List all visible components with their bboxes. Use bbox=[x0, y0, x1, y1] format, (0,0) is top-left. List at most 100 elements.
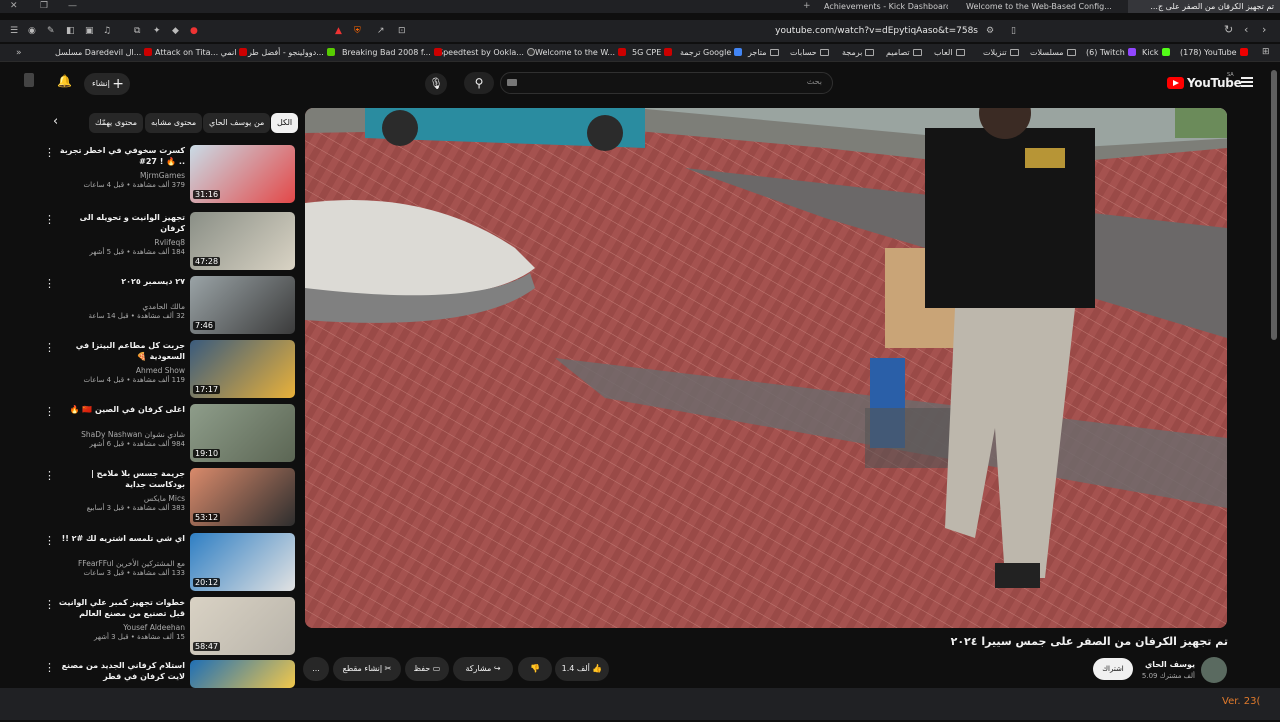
music-icon[interactable]: ♫ bbox=[103, 26, 111, 36]
recommendation-item[interactable]: ⋮ خطوات تجهيز كمبر علي الوانيت قبل تصنيع … bbox=[0, 597, 300, 659]
recommendation-item[interactable]: ⋮ كسرت سخوفي في اخطر تجربة .. 🔥 ! 27# Mjrm… bbox=[0, 145, 300, 207]
bookmark-folder[interactable]: حسابات bbox=[790, 47, 829, 59]
menu-icon[interactable]: ☰ bbox=[10, 26, 18, 36]
recommendation-title[interactable]: خطوات تجهيز كمبر علي الوانيت قبل تصنيع م… bbox=[55, 597, 185, 619]
bookmark-folder[interactable]: مسلسلات bbox=[1030, 47, 1076, 59]
recommendation-item[interactable]: ⋮ اغلى كرفان في الصين 🇨🇳 🔥 ShaDy Nashwan ش… bbox=[0, 404, 300, 466]
like-button[interactable]: 1.4 ألف 👍 bbox=[555, 657, 609, 681]
chip-all[interactable]: الكل bbox=[271, 113, 299, 133]
recommendation-item[interactable]: ⋮ تجهيز الوانيت و تحويله الى كرفان Rvlifeq… bbox=[0, 212, 300, 274]
recommendation-item[interactable]: ⋮ جريمة جسس بلا ملامح | بودكاست جداية مايك… bbox=[0, 468, 300, 530]
apps-icon[interactable]: ⊞ bbox=[1262, 47, 1270, 57]
bookmark-attack-on-titan[interactable]: Attack on Tita... انمي bbox=[155, 47, 248, 59]
site-settings-icon[interactable]: ⚙ bbox=[986, 26, 994, 36]
tab-kick-dashboard[interactable]: Achievements - Kick Dashboard bbox=[818, 0, 948, 13]
more-vert-icon[interactable]: ⋮ bbox=[44, 662, 55, 673]
bookmark-breaking-bad[interactable]: Breaking Bad 2008 f... bbox=[342, 47, 442, 59]
back-icon[interactable]: ‹ bbox=[1244, 24, 1248, 35]
create-button[interactable]: إنشاء + bbox=[84, 73, 130, 95]
more-vert-icon[interactable]: ⋮ bbox=[44, 342, 55, 353]
brave-shield-icon[interactable]: ⛨ bbox=[354, 26, 361, 36]
search-input[interactable]: بحث bbox=[500, 72, 833, 94]
url-field[interactable]: youtube.com/watch?v=dEpytiqAaso&t=758s bbox=[420, 23, 1020, 39]
recommendation-item[interactable]: ⋮ ٢٧ ديسمبر ٢٠٢٥ مالك الحامدي 32 ألف مشاهدة… bbox=[0, 276, 300, 338]
more-actions-button[interactable]: ... bbox=[303, 657, 329, 681]
recommendation-channel[interactable]: Rvlifeq8 bbox=[55, 238, 185, 247]
more-vert-icon[interactable]: ⋮ bbox=[44, 535, 55, 546]
recommendation-channel[interactable]: Ahmed Show bbox=[55, 366, 185, 375]
minimize-icon[interactable]: — bbox=[68, 0, 77, 13]
recommendation-thumbnail[interactable] bbox=[190, 660, 295, 688]
guide-menu-icon[interactable] bbox=[1241, 77, 1253, 87]
more-vert-icon[interactable]: ⋮ bbox=[44, 470, 55, 481]
bookmark-google-translate[interactable]: ترجمة Google bbox=[680, 47, 743, 59]
tab-youtube-video[interactable]: تم تجهيز الكرفان من الصفر على ج... bbox=[1128, 0, 1280, 13]
search-button[interactable]: ⚲ bbox=[464, 72, 494, 94]
recommendation-title[interactable]: استلام كرفاني الجديد من مصنع لايت كرفان … bbox=[55, 660, 185, 682]
channel-avatar[interactable] bbox=[1201, 657, 1227, 683]
share-button[interactable]: مشاركة ↪ bbox=[453, 657, 513, 681]
recommendation-title[interactable]: اغلى كرفان في الصين 🇨🇳 🔥 bbox=[55, 404, 185, 415]
extension-icon[interactable]: ◉ bbox=[28, 26, 36, 36]
save-button[interactable]: حفظ ▭ bbox=[405, 657, 449, 681]
chevron-left-icon[interactable]: ‹ bbox=[53, 115, 58, 128]
dislike-button[interactable]: 👎 bbox=[518, 657, 552, 681]
more-vert-icon[interactable]: ⋮ bbox=[44, 147, 55, 158]
tab-web-config[interactable]: Welcome to the Web-Based Config... bbox=[960, 0, 1120, 13]
bookmark-youtube[interactable]: (178) YouTube bbox=[1180, 47, 1248, 59]
subscribe-button[interactable]: اشتراك bbox=[1093, 658, 1133, 680]
more-vert-icon[interactable]: ⋮ bbox=[44, 214, 55, 225]
notifications-bell-icon[interactable]: 🔔 bbox=[57, 74, 72, 88]
recommendation-channel[interactable]: مايكس Mics bbox=[55, 494, 185, 503]
bookmark-speedtest[interactable]: Speedtest by Ookla... bbox=[438, 47, 535, 59]
clip-button[interactable]: إنشاء مقطع ✂ bbox=[333, 657, 401, 681]
bookmark-icon[interactable]: ▯ bbox=[1011, 26, 1016, 36]
new-tab-icon[interactable]: + bbox=[803, 0, 811, 13]
bookmark-folder[interactable]: برمجة bbox=[842, 47, 875, 59]
bookmark-twitch[interactable]: (6) Twitch bbox=[1086, 47, 1136, 59]
bookmark-5g-cpe[interactable]: 5G CPE bbox=[632, 47, 673, 59]
more-bookmarks-icon[interactable]: » bbox=[16, 48, 22, 58]
account-avatar[interactable] bbox=[24, 73, 34, 87]
recommendation-channel[interactable]: MjrmGames bbox=[55, 171, 185, 180]
bookmark-folder[interactable]: متاجر bbox=[748, 47, 779, 59]
sidebar-icon[interactable]: ▣ bbox=[85, 26, 94, 36]
close-window-icon[interactable]: ✕ bbox=[10, 0, 18, 13]
scrollbar[interactable] bbox=[1271, 70, 1277, 340]
recommendation-item[interactable]: ⋮ جربت كل مطاعم البيتزا في السعودية 🍕 Ahme… bbox=[0, 340, 300, 402]
more-vert-icon[interactable]: ⋮ bbox=[44, 599, 55, 610]
chip-from-channel[interactable]: من يوسف الحاي bbox=[203, 113, 271, 133]
alert-icon[interactable]: ▲ bbox=[335, 26, 342, 36]
extension-icon[interactable]: ✎ bbox=[47, 26, 55, 36]
record-icon[interactable]: ● bbox=[190, 26, 198, 36]
recommendation-channel[interactable]: مالك الحامدي bbox=[55, 302, 185, 311]
recommendation-channel[interactable]: ShaDy Nashwan شادي نشوان bbox=[55, 430, 185, 439]
recommendation-title[interactable]: كسرت سخوفي في اخطر تجربة .. 🔥 ! 27# bbox=[55, 145, 185, 167]
extension-icon[interactable]: ◧ bbox=[66, 26, 75, 36]
bookmark-folder[interactable]: العاب bbox=[934, 47, 965, 59]
share-icon[interactable]: ↗ bbox=[377, 26, 385, 36]
bookmark-daredevil[interactable]: مسلسل Daredevil ال... bbox=[55, 47, 153, 59]
recommendation-title[interactable]: جريمة جسس بلا ملامح | بودكاست جداية bbox=[55, 468, 185, 490]
recommendation-title[interactable]: جربت كل مطاعم البيتزا في السعودية 🍕 bbox=[55, 340, 185, 362]
copy-icon[interactable]: ❐ bbox=[40, 0, 48, 13]
puzzle-icon[interactable]: ✦ bbox=[153, 26, 161, 36]
cast-icon[interactable]: ⊡ bbox=[398, 26, 406, 36]
more-vert-icon[interactable]: ⋮ bbox=[44, 278, 55, 289]
bookmark-kick[interactable]: Kick bbox=[1142, 47, 1170, 59]
voice-search-mic-icon[interactable]: 🎙 bbox=[425, 73, 447, 95]
extension-icon[interactable]: ◆ bbox=[172, 26, 179, 36]
recommendation-item[interactable]: ⋮ اي شي تلمسه اشتريه لك #٢ !! FFearFFul مع… bbox=[0, 533, 300, 595]
bookmark-folder[interactable]: تصاميم bbox=[886, 47, 922, 59]
more-vert-icon[interactable]: ⋮ bbox=[44, 406, 55, 417]
screenshot-icon[interactable]: ⧉ bbox=[134, 26, 140, 36]
chip-for-you[interactable]: محتوى يهمّك bbox=[89, 113, 144, 133]
recommendation-title[interactable]: تجهيز الوانيت و تحويله الى كرفان bbox=[55, 212, 185, 234]
recommendation-channel[interactable]: FFearFFul مع المشتركين الأخرين bbox=[55, 559, 185, 568]
recommendation-title[interactable]: اي شي تلمسه اشتريه لك #٢ !! bbox=[55, 533, 185, 544]
reload-icon[interactable]: ↻ bbox=[1224, 24, 1233, 35]
forward-icon[interactable]: › bbox=[1262, 24, 1266, 35]
recommendation-title[interactable]: ٢٧ ديسمبر ٢٠٢٥ bbox=[55, 276, 185, 287]
keyboard-icon[interactable] bbox=[507, 79, 517, 86]
recommendation-channel[interactable]: Yousef Aldeehan bbox=[55, 623, 185, 632]
